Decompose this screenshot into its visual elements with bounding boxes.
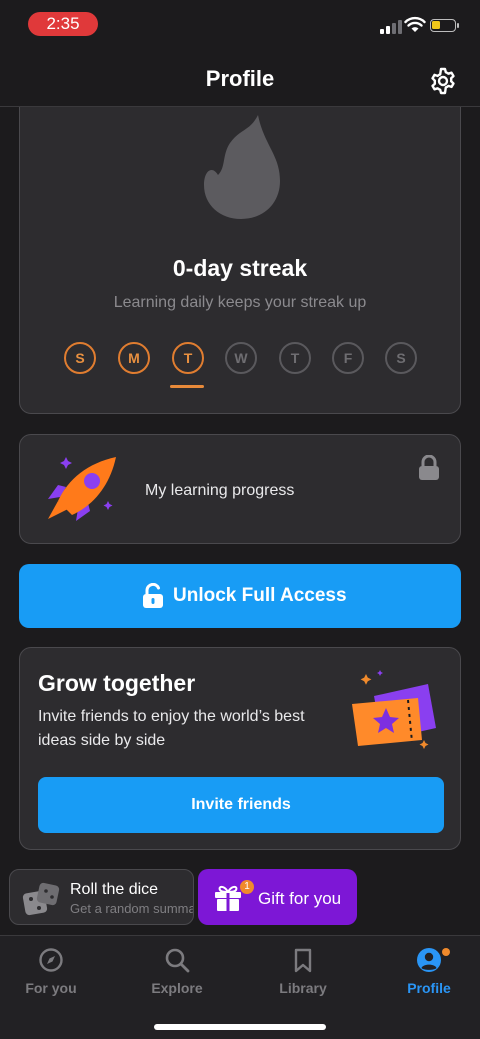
tab-label: For you [25,980,77,996]
grow-title: Grow together [38,670,196,696]
day-wednesday: W [225,342,257,374]
gift-label: Gift for you [258,889,342,908]
status-time: 2:35 [28,12,98,36]
dice-icon [22,882,60,916]
lock-icon [419,455,439,480]
unlock-label: Unlock Full Access [173,585,347,606]
tab-library[interactable]: Library [253,946,353,1006]
dice-title: Roll the dice [70,881,159,898]
profile-screen: 2:35 0-day streak Learning daily keeps y… [0,0,480,1039]
streak-card: 0-day streak Learning daily keeps your s… [19,88,461,414]
search-icon [165,948,190,973]
grow-description: Invite friends to enjoy the world’s best… [38,708,305,749]
rocket-icon [48,457,116,521]
tab-profile[interactable]: Profile [379,946,479,1006]
signal-icon [380,20,402,34]
weekday-row: S M T W T F S [62,342,422,388]
roll-the-dice-chip[interactable]: Roll the dice Get a random summary [9,869,194,925]
page-title: Profile [205,66,275,91]
dice-subtitle: Get a random summary [70,901,194,916]
gift-badge: 1 [240,880,254,894]
unlock-full-access-button[interactable]: Unlock Full Access [19,564,461,628]
day-tuesday: T [172,342,204,374]
profile-icon [417,948,441,972]
compass-icon [39,948,63,972]
day-friday: F [332,342,364,374]
flame-icon [204,115,280,219]
home-indicator [154,1024,326,1030]
tab-label: Explore [151,980,203,996]
tab-for-you[interactable]: For you [1,946,101,1006]
today-indicator [170,385,204,388]
gift-for-you-chip[interactable]: 1 Gift for you [198,869,357,925]
wifi-icon [404,16,426,32]
day-thursday: T [279,342,311,374]
top-bar: Profile [0,46,480,107]
tab-label: Library [279,980,327,996]
ticket-icon [352,670,436,749]
streak-title: 0-day streak [172,255,308,281]
day-sunday: S [64,342,96,374]
day-saturday: S [385,342,417,374]
invite-friends-button[interactable]: Invite friends [38,777,444,833]
tab-explore[interactable]: Explore [127,946,227,1006]
learning-progress-card[interactable]: My learning progress [19,434,461,544]
progress-label: My learning progress [145,482,295,499]
tab-label: Profile [407,980,451,996]
unlock-icon [143,583,163,608]
notification-dot [442,948,450,956]
bottom-tab-bar: For you Explore Library Profile [0,935,480,1039]
grow-together-card: Grow together Invite friends to enjoy th… [19,647,461,850]
settings-gear-icon[interactable] [428,66,458,96]
streak-subtitle: Learning daily keeps your streak up [113,294,367,311]
bookmark-icon [294,948,312,973]
day-monday: M [118,342,150,374]
status-bar: 2:35 [0,0,480,46]
battery-icon [430,19,459,32]
